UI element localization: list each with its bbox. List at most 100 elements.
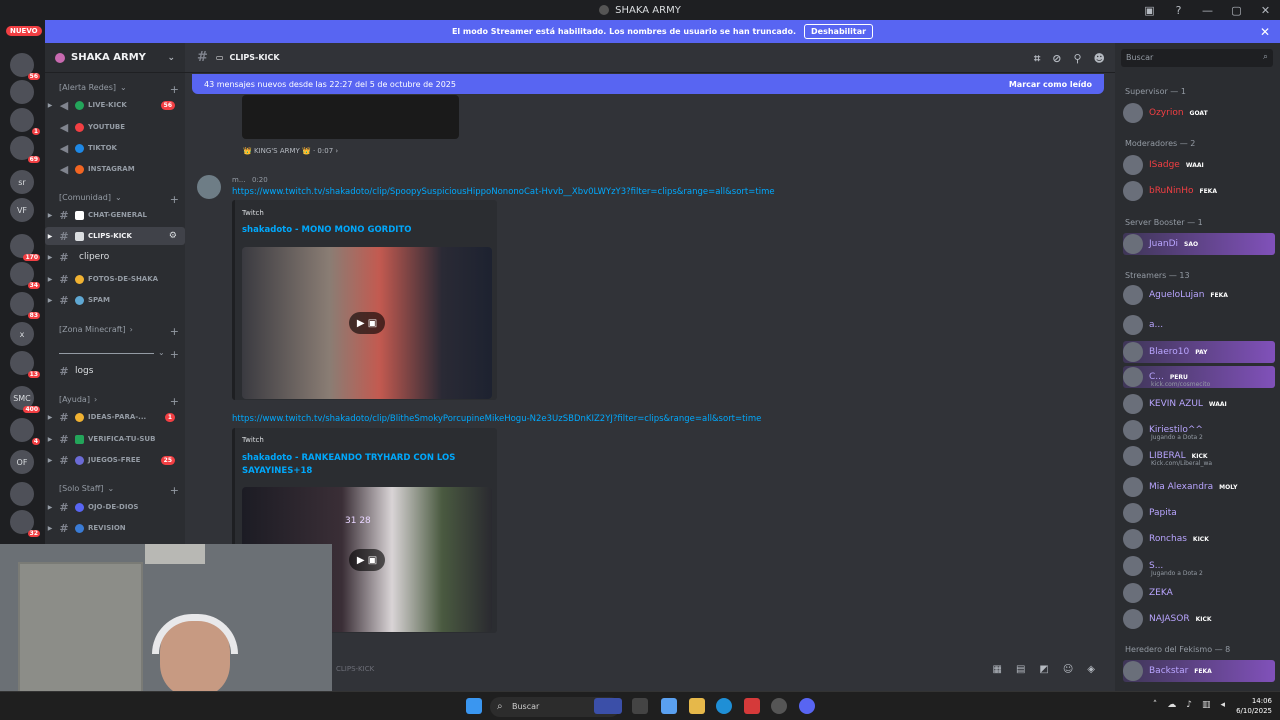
add-channel-icon[interactable]: + [170, 484, 179, 497]
server-icon[interactable] [10, 482, 34, 506]
add-channel-icon[interactable]: + [170, 348, 179, 361]
channel-clips-kick[interactable]: ▶ # CLIPS-KICK ⚙ [45, 227, 185, 245]
channel-juegos-free[interactable]: ▶ # JUEGOS-FREE 25 [45, 451, 185, 469]
play-button-icon[interactable]: ▶ ▣ [349, 549, 385, 571]
threads-icon[interactable]: ⌗ [1034, 52, 1040, 66]
gear-icon[interactable]: ⚙ [169, 231, 177, 241]
member-item[interactable]: AgueloLujan FEKA [1123, 284, 1275, 306]
add-channel-icon[interactable]: + [170, 395, 179, 408]
server-icon[interactable]: 4 [10, 418, 40, 445]
server-icon[interactable]: VF [10, 198, 34, 222]
category-alerta[interactable]: [Alerta Redes] ⌄ + [59, 83, 179, 96]
member-item[interactable]: Kiriestilo^^ Jugando a Dota 2 [1123, 419, 1275, 441]
close-window-button[interactable]: ✕ [1251, 4, 1280, 17]
server-icon[interactable]: 170 [10, 234, 40, 261]
edge-icon[interactable] [716, 698, 732, 714]
member-item[interactable]: KEVIN AZUL WAAI [1123, 393, 1275, 415]
channel-live-kick[interactable]: ▶ ◀ LIVE-KICK 56 [45, 96, 185, 114]
minimize-button[interactable]: — [1193, 4, 1222, 17]
windows-start-icon[interactable] [466, 698, 482, 714]
category-zona-minecraft[interactable]: [Zona Minecraft] › + [59, 325, 179, 338]
clip-link-1[interactable]: https://www.twitch.tv/shakadoto/clip/Spo… [232, 187, 775, 197]
channel-ojo-de-dios[interactable]: ▶ # OJO-DE-DIOS [45, 498, 185, 516]
message-composer[interactable]: CLIPS-KICK ▦ ▤ ◩ ☺ ◈ [332, 655, 1107, 683]
widgets-icon[interactable] [594, 698, 622, 714]
server-icon[interactable]: OF [10, 450, 34, 474]
member-item[interactable]: Backstar FEKA [1123, 660, 1275, 682]
avatar[interactable] [197, 175, 221, 199]
member-item[interactable]: JuanDi SAO [1123, 233, 1275, 255]
message-author[interactable]: m... [232, 176, 246, 184]
server-icon[interactable]: SMC 400 [10, 386, 40, 413]
member-item[interactable]: C... PERU kick.com/cosmecito [1123, 366, 1275, 388]
task-view-icon[interactable] [632, 698, 648, 714]
member-item[interactable]: S... Jugando a Dota 2 [1123, 555, 1275, 577]
copilot-icon[interactable] [661, 698, 677, 714]
member-item[interactable]: Mia Alexandra MOLY [1123, 476, 1275, 498]
guild-header[interactable]: SHAKA ARMY ⌄ [45, 43, 185, 73]
channel-fotos-de-shaka[interactable]: ▶ # FOTOS-DE-SHAKA [45, 270, 185, 288]
previous-video-thumbnail[interactable] [242, 95, 459, 139]
clip-link-2[interactable]: https://www.twitch.tv/shakadoto/clip/Bli… [232, 414, 761, 424]
embed-title[interactable]: shakadoto - MONO MONO GORDITO [242, 225, 411, 235]
play-button-icon[interactable]: ▶ ▣ [349, 312, 385, 334]
volume-icon[interactable]: ◂ [1220, 700, 1225, 710]
maximize-button[interactable]: ▢ [1222, 4, 1251, 17]
server-icon[interactable]: 69 [10, 136, 40, 163]
server-icon[interactable]: x [10, 322, 34, 346]
member-item[interactable]: Ozyrion GOAT [1123, 102, 1275, 124]
gif-icon[interactable]: ▤ [1016, 664, 1025, 675]
add-channel-icon[interactable]: + [170, 325, 179, 338]
member-item[interactable]: Ronchas KICK [1123, 528, 1275, 550]
member-item[interactable]: LIBERAL KICK Kick.com/Liberal_wa [1123, 445, 1275, 467]
category-ayuda[interactable]: [Ayuda] › + [59, 395, 179, 408]
channel-youtube[interactable]: ◀ YOUTUBE [45, 118, 185, 136]
member-item[interactable]: Blaero10 PAY [1123, 341, 1275, 363]
server-icon[interactable]: 1 [10, 108, 40, 135]
emoji-icon[interactable]: ☺ [1063, 664, 1073, 675]
member-item[interactable]: a... [1123, 314, 1275, 336]
server-icon[interactable]: sr [10, 170, 34, 194]
disable-streamer-button[interactable]: Deshabilitar [804, 24, 874, 39]
add-channel-icon[interactable]: + [170, 193, 179, 206]
channel-instagram[interactable]: ◀ INSTAGRAM [45, 160, 185, 178]
mic-icon[interactable]: ♪ [1186, 700, 1192, 710]
sticker-icon[interactable]: ◩ [1039, 664, 1048, 675]
app-icon[interactable] [744, 698, 760, 714]
inbox-icon[interactable]: ▣ [1135, 4, 1164, 17]
member-item[interactable]: ZEKA [1123, 582, 1275, 604]
help-icon[interactable]: ? [1164, 4, 1193, 17]
pin-icon[interactable]: ⚲ [1073, 52, 1081, 66]
chevron-up-icon[interactable]: ˄ [1153, 700, 1158, 710]
new-messages-bar[interactable]: 43 mensajes nuevos desde las 22:27 del 5… [192, 74, 1104, 94]
member-item[interactable]: bRuNinHo FEKA [1123, 180, 1275, 202]
category-comunidad[interactable]: [Comunidad] ⌄ + [59, 193, 179, 206]
member-item[interactable]: Papita [1123, 502, 1275, 524]
server-icon[interactable]: 34 [10, 262, 40, 289]
embed-title[interactable]: shakadoto - RANKEANDO TRYHARD CON LOS SA… [242, 452, 472, 478]
banner-close-icon[interactable]: ✕ [1260, 25, 1270, 39]
server-icon[interactable]: 83 [10, 292, 40, 319]
clock[interactable]: 14:06 6/10/2025 [1236, 696, 1272, 716]
add-channel-icon[interactable]: + [170, 83, 179, 96]
server-icon[interactable]: 32 [10, 510, 40, 537]
channel-tiktok[interactable]: ◀ TIKTOK [45, 139, 185, 157]
category-solo-staff[interactable]: [Solo Staff] ⌄ + [59, 484, 179, 497]
member-item[interactable]: ISadge WAAI [1123, 154, 1275, 176]
network-icon[interactable]: ▥ [1202, 700, 1211, 710]
channel-ideas[interactable]: ▶ # IDEAS-PARA-... 1 [45, 408, 185, 426]
channel-logs[interactable]: # logs [45, 362, 185, 380]
channel-spam[interactable]: ▶ # SPAM [45, 291, 185, 309]
category-unnamed[interactable]: ⌄ + [59, 348, 179, 361]
mute-icon[interactable]: ⊘ [1052, 52, 1061, 66]
search-input[interactable]: Buscar ⌕ [1121, 49, 1273, 67]
gift-icon[interactable]: ▦ [993, 664, 1002, 675]
channel-clipero[interactable]: ▶ # clipero [45, 248, 185, 266]
apps-icon[interactable]: ◈ [1087, 664, 1095, 675]
channel-revision[interactable]: ▶ # REVISION [45, 519, 185, 537]
file-explorer-icon[interactable] [689, 698, 705, 714]
channel-chat-general[interactable]: ▶ # CHAT-GENERAL [45, 206, 185, 224]
mark-read-button[interactable]: Marcar como leído [1009, 80, 1092, 89]
member-item[interactable]: NAJASOR KICK [1123, 608, 1275, 630]
discord-icon[interactable] [799, 698, 815, 714]
